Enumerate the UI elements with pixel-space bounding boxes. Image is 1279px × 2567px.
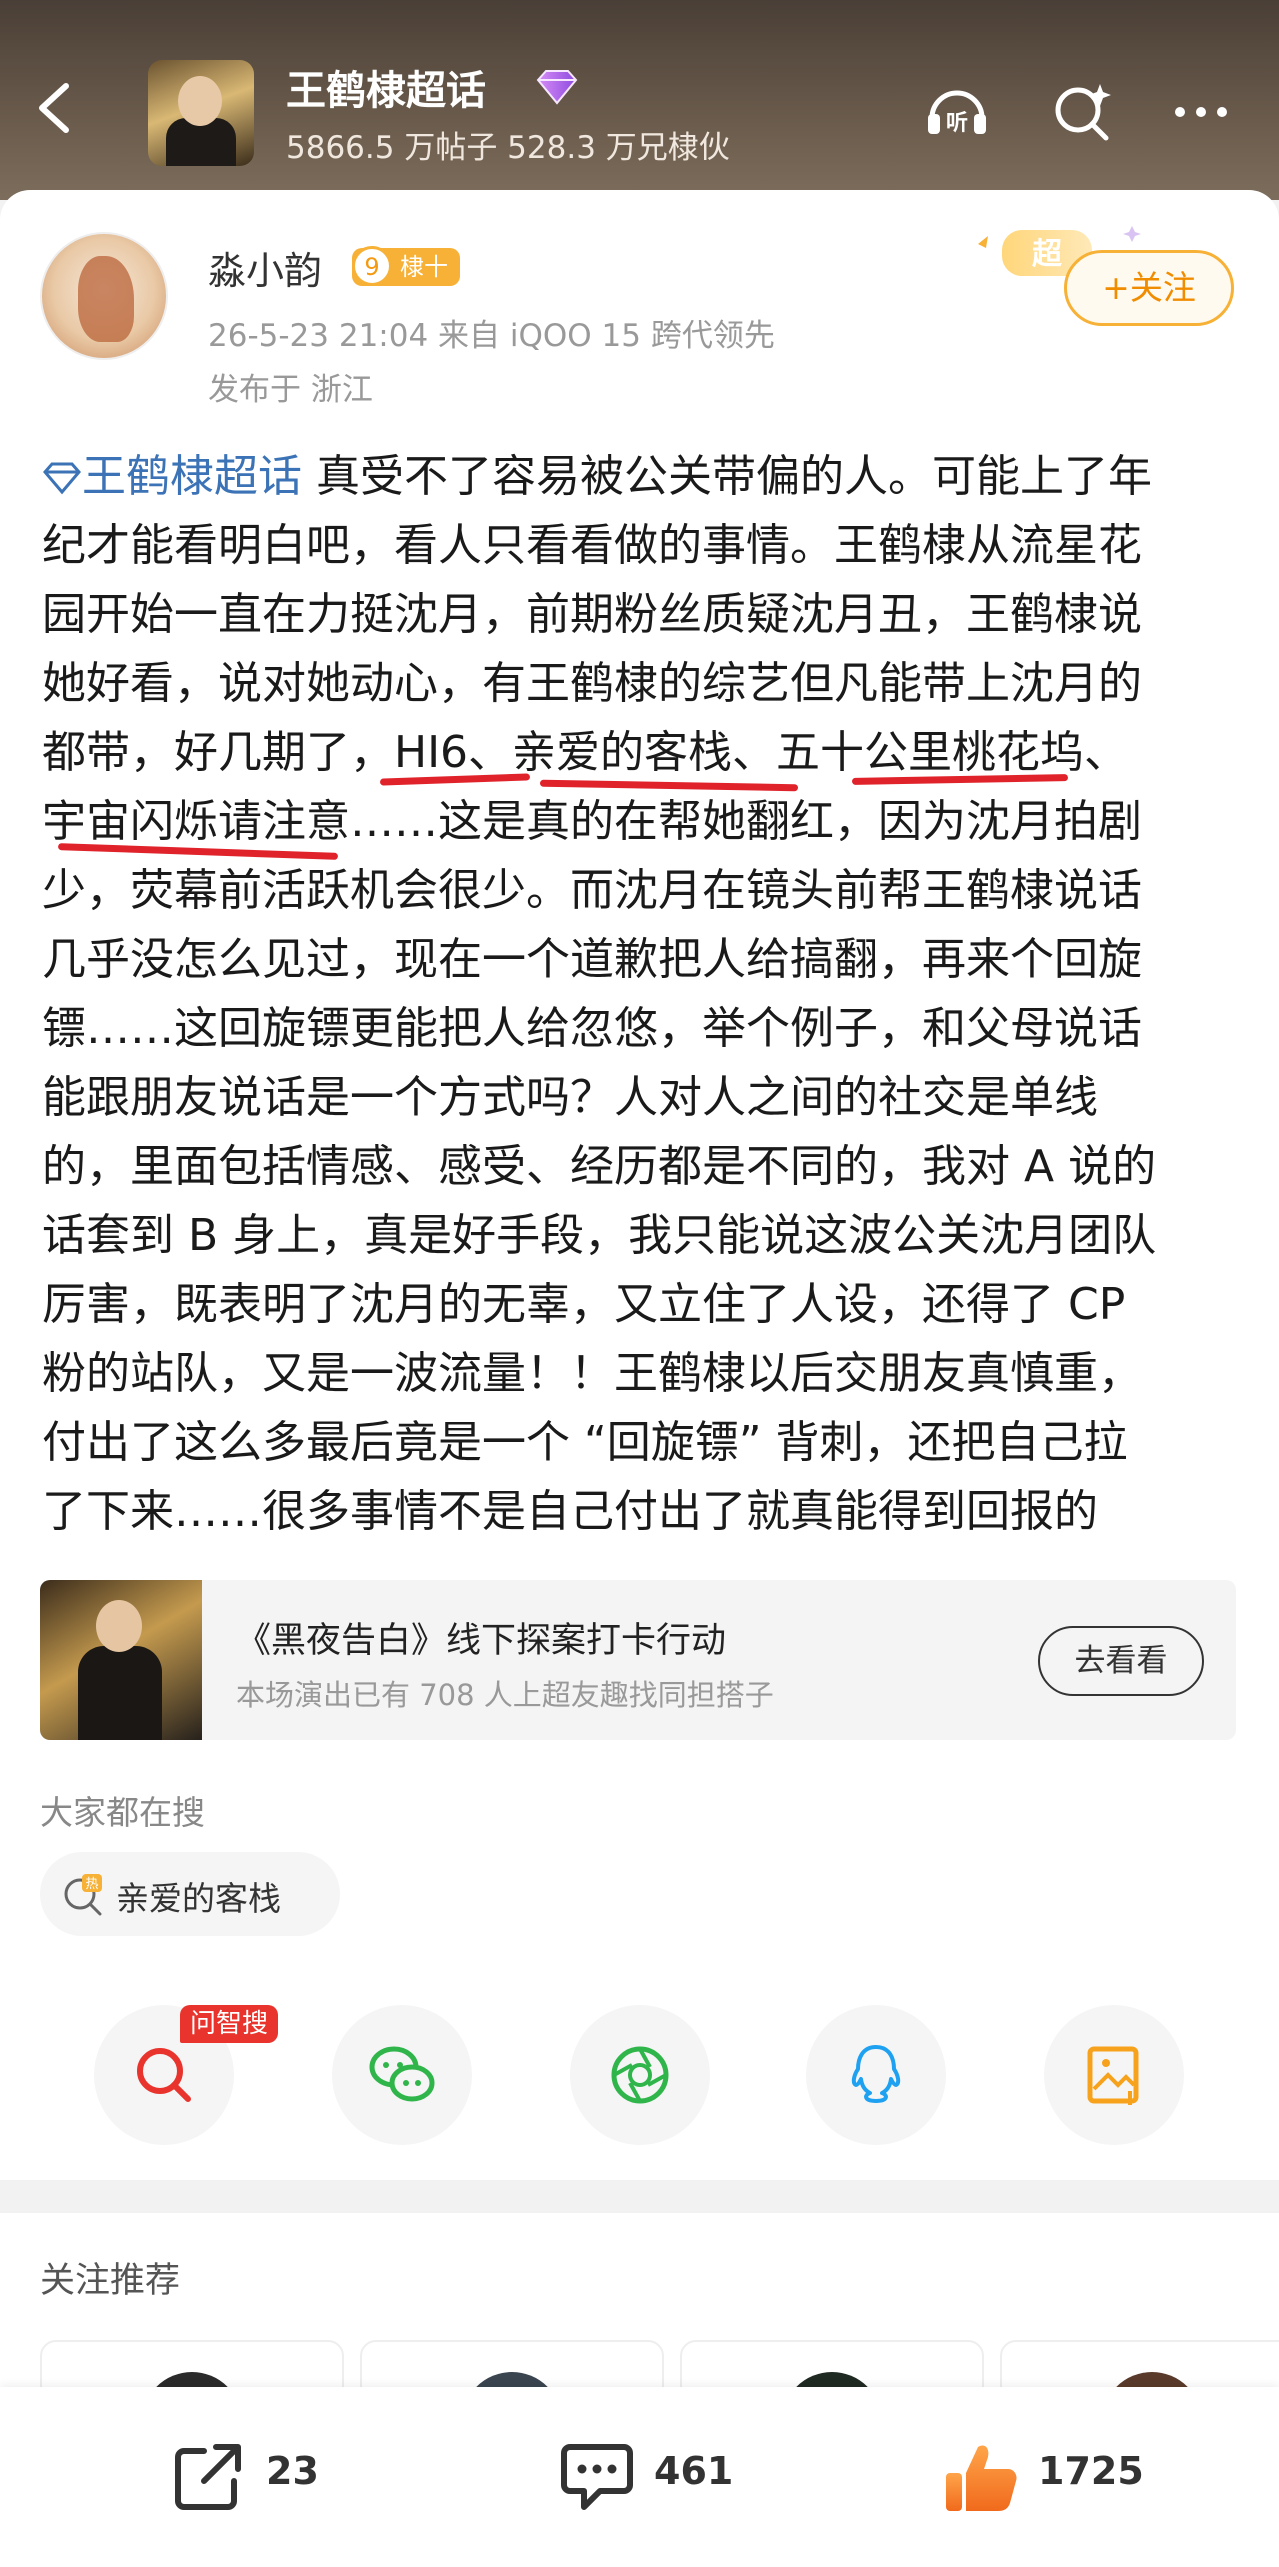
svg-text:超: 超 [1032,237,1063,272]
content-line: 真受不了容易被公关带偏的人。可能上了年 [316,451,1152,502]
topic-link[interactable]: 王鹤棣超话 [42,451,316,502]
author-avatar[interactable] [40,232,168,360]
moments-icon [611,2046,669,2104]
content-line: 的，里面包括情感、感受、经历都是不同的，我对 A 说的 [42,1141,1157,1192]
topic-cover-image[interactable] [148,60,254,166]
more-icon[interactable] [1168,78,1234,144]
content-line: 她好看，说对她动心，有王鹤棣的综艺但凡能带上沈月的 [42,658,1142,709]
hot-search-text: 亲爱的客栈 [116,1879,281,1918]
post-meta: 26-5-23 21:04 来自 iQOO 15 跨代领先 [208,318,775,354]
content-line: 能跟朋友说话是一个方式吗？人对人之间的社交是单线 [42,1072,1098,1123]
svg-text:听: 听 [946,111,968,136]
content-line: 粉的站队，又是一波流量！！王鹤棣以后交朋友真慎重， [42,1348,1142,1399]
follow-button[interactable]: +关注 [1064,250,1234,326]
content-line: 付出了这么多最后竟是一个 “回旋镖” 背刺，还把自己拉 [42,1417,1128,1468]
badge-label: 棣十 [400,253,448,281]
ask-search-badge: 问智搜 [180,2005,279,2043]
moments-share[interactable] [570,2005,710,2145]
topic-title[interactable]: 王鹤棣超话 [286,58,486,116]
recommend-label: 关注推荐 [40,2261,181,2301]
go-see-button[interactable]: 去看看 [1038,1626,1204,1696]
level-badge: 9 棣十 [352,246,460,286]
svg-text:热: 热 [85,1877,98,1892]
content-line: 了下来……很多事情不是自己付出了就真能得到回报的 [42,1486,1098,1537]
content-line: 厉害，既表明了沈月的无辜，又立住了人设，还得了 CP [42,1279,1126,1330]
content-line: 纪才能看明白吧，看人只看看做的事情。王鹤棣从流星花 [42,520,1142,571]
diamond-icon [536,70,578,105]
like-count: 1725 [1038,2449,1144,2493]
save-image-icon [1087,2046,1139,2105]
content-line: 宇宙闪烁请注意……这是真的在帮她翻红，因为沈月拍剧 [42,796,1142,847]
wechat-icon [369,2046,435,2102]
qq-share[interactable] [806,2005,946,2145]
post-location: 发布于 浙江 [208,372,373,408]
topic-stats: 5866.5 万帖子 528.3 万兄棣伙 [286,130,730,166]
topic-link-text: 王鹤棣超话 [82,451,302,502]
super-topic-header: 王鹤棣超话 5866.5 万帖子 528.3 万兄棣伙 听 [0,0,1279,200]
comment-icon [561,2444,633,2510]
promo-poster [40,1580,202,1740]
repost-icon [175,2444,241,2510]
promo-card[interactable]: 《黑夜告白》线下探案打卡行动 本场演出已有 708 人上超友趣找同担搭子 去看看 [40,1580,1236,1740]
hot-search-label: 大家都在搜 [40,1793,205,1832]
ask-search-icon [137,2048,191,2102]
content-line: 话套到 B 身上，真是好手段，我只能说这波公关沈月团队 [42,1210,1157,1261]
hot-search-icon: 热 [64,1874,102,1916]
content-line: 镖……这回旋镖更能把人给忽悠，举个例子，和父母说话 [42,1003,1142,1054]
repost-button[interactable]: 23 [170,2439,330,2511]
level-number: 9 [352,246,392,286]
like-icon [946,2445,1017,2511]
super-topic-icon [43,462,81,495]
section-divider [0,2185,1279,2213]
author-name[interactable]: 淼小韵 [208,240,322,295]
promo-subtitle: 本场演出已有 708 人上超友趣找同担搭子 [236,1678,774,1712]
comment-count: 461 [654,2449,734,2493]
promo-title: 《黑夜告白》线下探案打卡行动 [236,1621,727,1661]
post-content: 王鹤棣超话 真受不了容易被公关带偏的人。可能上了年 纪才能看明白吧，看人只看看做… [42,442,1242,1546]
comment-button[interactable]: 461 [558,2439,748,2511]
hot-search-chip[interactable]: 热 亲爱的客栈 [40,1852,340,1936]
back-icon[interactable] [30,78,78,138]
content-line: 园开始一直在力挺沈月，前期粉丝质疑沈月丑，王鹤棣说 [42,589,1142,640]
wechat-share[interactable] [332,2005,472,2145]
listen-icon[interactable]: 听 [924,78,990,144]
content-line: 几乎没怎么见过，现在一个道歉把人给搞翻，再来个回旋 [42,934,1142,985]
repost-count: 23 [266,2449,319,2493]
action-bar: 23 461 1725 [0,2387,1279,2567]
like-button[interactable]: 1725 [942,2439,1162,2511]
content-line: 少，荧幕前活跃机会很少。而沈月在镜头前帮王鹤棣说话 [42,865,1142,916]
search-sparkle-icon[interactable] [1050,78,1116,144]
save-image-share[interactable] [1044,2005,1184,2145]
qq-icon [851,2045,901,2103]
